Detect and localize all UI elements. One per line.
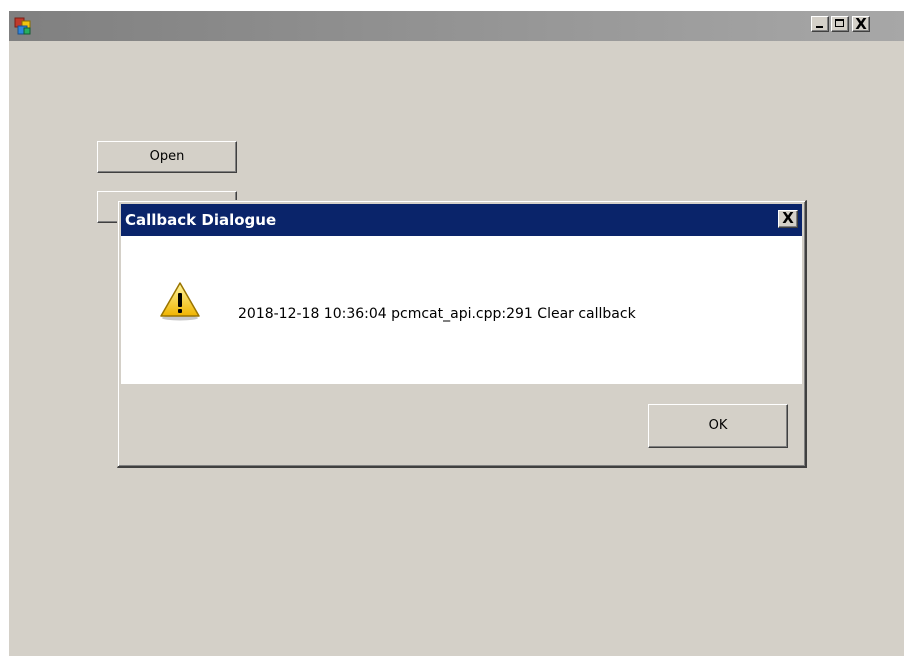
maximize-icon — [835, 19, 844, 27]
dialog-titlebar[interactable]: Callback Dialogue X — [121, 204, 802, 236]
minimize-button[interactable] — [811, 16, 829, 32]
main-titlebar[interactable]: X — [9, 11, 904, 41]
close-button[interactable]: X — [852, 16, 870, 32]
dialog-message: 2018-12-18 10:36:04 pcmcat_api.cpp:291 C… — [238, 306, 636, 322]
open-button[interactable]: Open — [97, 141, 237, 173]
dialog-close-button[interactable]: X — [778, 210, 798, 228]
minimize-icon — [816, 26, 823, 28]
callback-dialog: Callback Dialogue X 2018-12-18 10:36:04 … — [117, 200, 807, 468]
application-cubes-icon[interactable] — [13, 16, 33, 36]
dialog-body: 2018-12-18 10:36:04 pcmcat_api.cpp:291 C… — [121, 236, 802, 384]
dialog-title: Callback Dialogue — [125, 211, 277, 229]
warning-icon — [159, 281, 201, 321]
ok-button[interactable]: OK — [648, 404, 788, 448]
maximize-button[interactable] — [831, 16, 849, 32]
